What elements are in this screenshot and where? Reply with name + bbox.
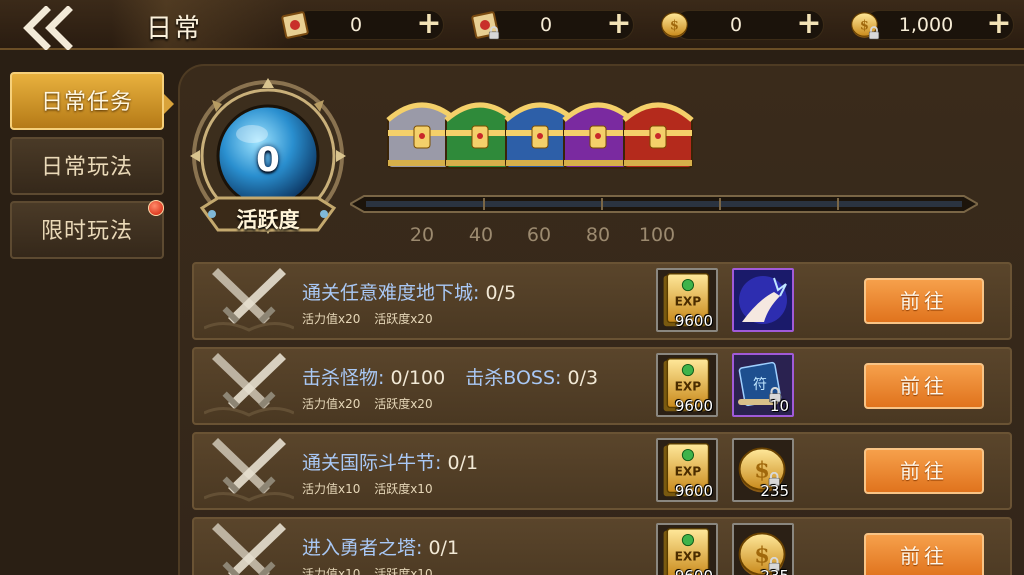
task-title: 进入勇者之塔:: [302, 537, 423, 559]
task-progress: 0/1: [428, 537, 460, 559]
crossed-swords-icon: [204, 523, 294, 575]
reward-slot[interactable]: [732, 268, 794, 332]
task-name: 进入勇者之塔: 0/1: [302, 533, 459, 560]
reward-amount: 235: [760, 567, 789, 575]
page-title: 日常: [146, 14, 203, 44]
task-title: 通关任意难度地下城:: [302, 282, 480, 304]
activity-reward: 活跃度x10: [374, 567, 433, 575]
active-tab-arrow: [164, 94, 174, 114]
vitality-reward: 活力值x10: [302, 567, 361, 575]
milestone-label: 40: [468, 224, 494, 246]
task-name: 通关任意难度地下城: 0/5: [302, 278, 516, 305]
task-row: 进入勇者之塔: 0/1 活力值x10 活跃度x10 9600 235 前往: [192, 517, 1012, 575]
go-button[interactable]: 前往: [864, 363, 984, 409]
task-rewards-text: 活力值x20 活跃度x20: [302, 310, 443, 327]
task-progress: 0/100: [390, 367, 446, 389]
reward-amount: 9600: [674, 397, 713, 415]
reward-slot[interactable]: 9600: [656, 268, 718, 332]
task-rewards-text: 活力值x10 活跃度x10: [302, 480, 443, 497]
reward-amount: 9600: [674, 482, 713, 500]
crossed-swords-icon: [204, 438, 294, 506]
sidebar-item-label: 日常任务: [40, 90, 133, 115]
activity-progress-bar: [350, 195, 978, 213]
locked-scroll-icon: [471, 11, 500, 40]
reward-amount: 9600: [674, 312, 713, 330]
reward-slot[interactable]: 235: [732, 523, 794, 575]
activity-value: 0: [256, 140, 280, 180]
reward-slot[interactable]: 9600: [656, 353, 718, 417]
resource-value: 0: [539, 14, 553, 36]
task-row: 通关任意难度地下城: 0/5 活力值x20 活跃度x20 9600 前往: [192, 262, 1012, 340]
go-button[interactable]: 前往: [864, 278, 984, 324]
task-rewards-text: 活力值x10 活跃度x10: [302, 565, 443, 575]
notification-badge: [148, 200, 164, 216]
add-resource-button[interactable]: +: [794, 9, 824, 40]
task-rewards-text: 活力值x20 活跃度x20: [302, 395, 443, 412]
reward-amount: 9600: [675, 567, 713, 575]
reward-slot[interactable]: 符 10: [732, 353, 794, 417]
sidebar-item-label: 限时玩法: [40, 219, 133, 244]
milestone-label: 100: [638, 224, 676, 246]
crossed-swords-icon: [204, 353, 294, 421]
double-chevron-left-icon: [23, 5, 73, 51]
locked-gold-coin-icon: [851, 12, 880, 40]
go-button[interactable]: 前往: [864, 533, 984, 575]
scroll-icon: [281, 11, 309, 39]
vitality-reward: 活力值x10: [302, 482, 361, 496]
gold-coin-icon: [661, 12, 688, 39]
task-name: 通关国际斗牛节: 0/1: [302, 448, 478, 475]
sidebar-item-limited-gameplay[interactable]: 限时玩法: [10, 201, 164, 259]
resource-scroll: 0 +: [276, 6, 446, 44]
task-title: 通关国际斗牛节:: [302, 452, 442, 474]
task-row: 击杀怪物: 0/100 击杀BOSS: 0/3 活力值x20 活跃度x20 96…: [192, 347, 1012, 425]
resource-value: 0: [349, 14, 363, 36]
resource-value: 1,000: [898, 14, 954, 36]
task-extra-title: 击杀BOSS:: [465, 367, 562, 389]
activity-reward: 活跃度x20: [374, 312, 433, 326]
task-title: 击杀怪物:: [302, 367, 385, 389]
resource-locked-scroll: 0 +: [466, 6, 636, 44]
reward-amount: 235: [760, 482, 789, 500]
reward-slot[interactable]: 9600: [656, 523, 718, 575]
resource-gold: 0 +: [656, 6, 826, 44]
svg-text:符: 符: [753, 377, 767, 393]
sidebar-item-label: 日常玩法: [40, 155, 133, 180]
red-chest-icon[interactable]: [616, 86, 700, 176]
glowing-hand-skill-icon: [734, 270, 792, 330]
reward-slot[interactable]: 235: [732, 438, 794, 502]
add-resource-button[interactable]: +: [984, 9, 1014, 40]
milestone-label: 80: [585, 224, 611, 246]
crossed-swords-icon: [204, 268, 294, 336]
resource-locked-gold: 1,000 +: [846, 6, 1016, 44]
milestone-label: 20: [409, 224, 435, 246]
vitality-reward: 活力值x20: [302, 397, 361, 411]
task-progress: 0/1: [447, 452, 479, 474]
task-progress: 0/5: [485, 282, 517, 304]
activity-label: 活跃度: [236, 208, 300, 232]
resource-value: 0: [729, 14, 743, 36]
top-bar: 日常 0 + 0 + 0 + 1,000 +: [0, 0, 1024, 51]
task-row: 通关国际斗牛节: 0/1 活力值x10 活跃度x10 9600 235 前往: [192, 432, 1012, 510]
go-button[interactable]: 前往: [864, 448, 984, 494]
reward-amount: 10: [769, 397, 789, 415]
sidebar-item-daily-gameplay[interactable]: 日常玩法: [10, 137, 164, 195]
add-resource-button[interactable]: +: [604, 9, 634, 40]
vitality-reward: 活力值x20: [302, 312, 361, 326]
task-extra-progress: 0/3: [567, 367, 599, 389]
milestone-label: 60: [526, 224, 552, 246]
task-name: 击杀怪物: 0/100 击杀BOSS: 0/3: [302, 363, 598, 390]
add-resource-button[interactable]: +: [414, 9, 444, 40]
activity-reward: 活跃度x20: [374, 397, 433, 411]
sidebar-item-daily-tasks[interactable]: 日常任务: [10, 72, 164, 130]
back-button[interactable]: [18, 5, 82, 51]
activity-reward: 活跃度x10: [374, 482, 433, 496]
reward-slot[interactable]: 9600: [656, 438, 718, 502]
